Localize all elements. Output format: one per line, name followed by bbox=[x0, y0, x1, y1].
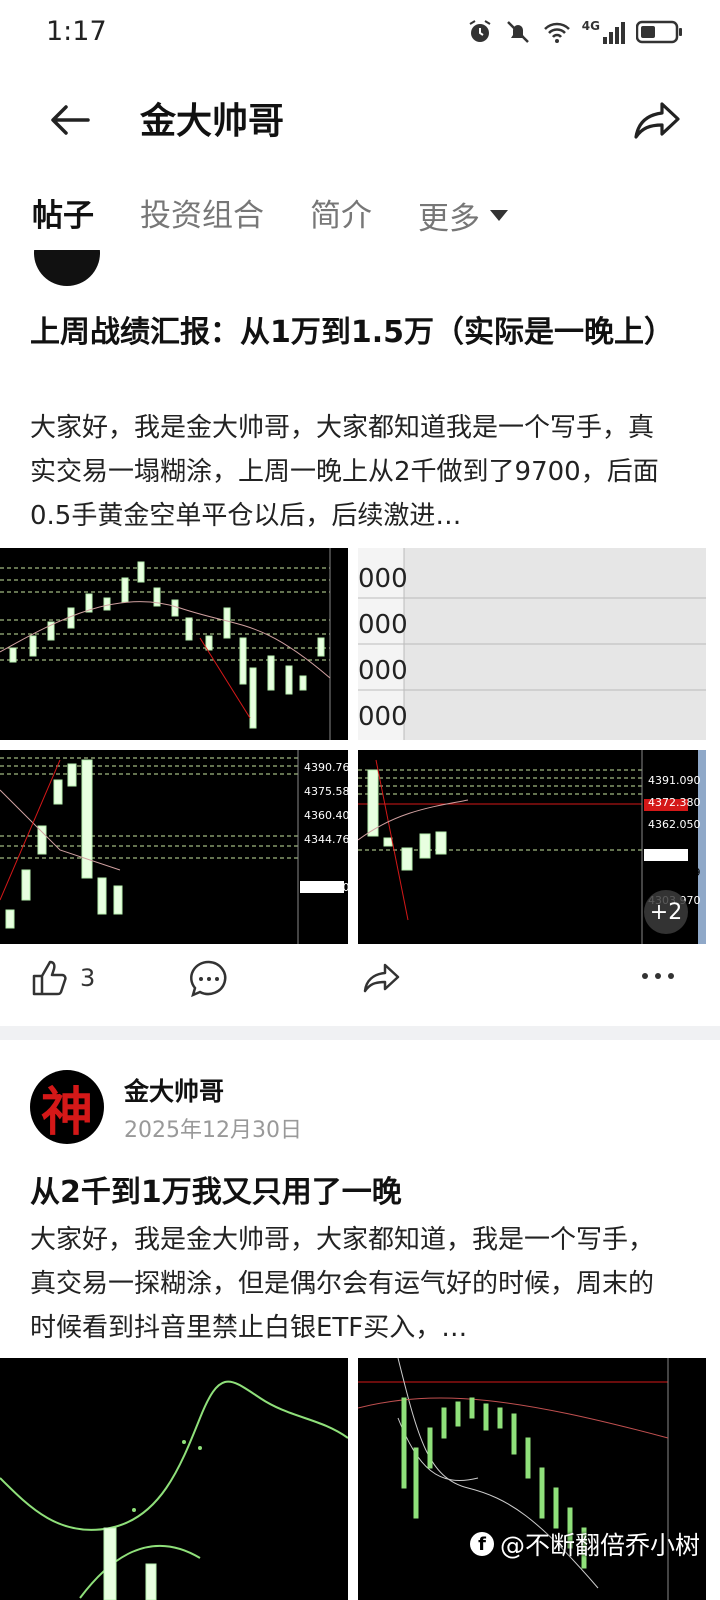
app-header: 金大帅哥 bbox=[0, 64, 720, 174]
chart-image-4[interactable] bbox=[0, 1358, 348, 1600]
price-tick: 4331.839 bbox=[304, 857, 348, 870]
share-icon[interactable] bbox=[632, 94, 684, 146]
signal-icon bbox=[603, 22, 625, 44]
back-arrow-icon[interactable] bbox=[44, 94, 96, 146]
tab-intro[interactable]: 简介 bbox=[310, 190, 372, 240]
battery-icon bbox=[636, 20, 682, 44]
page-title: 金大帅哥 bbox=[140, 101, 285, 142]
thumbs-up-icon bbox=[32, 960, 67, 996]
post-author[interactable]: 神 金大帅哥 2025年12月30日 bbox=[30, 1070, 690, 1150]
ellipsis-icon bbox=[642, 973, 674, 979]
status-time: 1:17 bbox=[46, 16, 107, 47]
avatar[interactable]: 神 bbox=[30, 1070, 104, 1144]
post-body[interactable]: 大家好，我是金大帅哥，大家都知道，我是一个写手，真交易一探糊涂，但是偶尔会有运气… bbox=[30, 1218, 670, 1350]
status-bar: 1:17 4G bbox=[0, 0, 720, 64]
dropdown-triangle-icon bbox=[490, 210, 508, 221]
price-tick: 4360.400 bbox=[304, 809, 348, 822]
post-title[interactable]: 上周战绩汇报：从1万到1.5万（实际是一晚上） bbox=[30, 310, 680, 356]
more-options-button[interactable] bbox=[640, 966, 676, 986]
comment-button[interactable] bbox=[188, 958, 230, 1000]
tab-more[interactable]: 更多 bbox=[418, 190, 510, 240]
profile-tabs: 帖子 投资组合 简介 更多 bbox=[32, 190, 556, 240]
watermark: f @不断翻倍乔小树 bbox=[469, 1526, 700, 1562]
wifi-icon bbox=[543, 22, 570, 43]
share-button[interactable] bbox=[362, 958, 402, 998]
price-tick: 4362.050 bbox=[648, 818, 701, 831]
chart-image-2[interactable]: 4390.760 4375.580 4360.400 4344.760 4331… bbox=[0, 750, 348, 944]
price-tick: 4372.380 bbox=[648, 796, 701, 809]
post-date: 2025年12月30日 bbox=[124, 1118, 302, 1143]
tab-portfolio[interactable]: 投资组合 bbox=[140, 190, 264, 240]
alarm-icon bbox=[469, 20, 491, 42]
facebook-icon: f bbox=[469, 1532, 494, 1556]
author-name[interactable]: 金大帅哥 bbox=[124, 1072, 224, 1108]
share-icon bbox=[363, 963, 400, 993]
tab-posts[interactable]: 帖子 bbox=[32, 190, 94, 240]
table-cell: 000 bbox=[358, 564, 408, 594]
chart-image-5[interactable] bbox=[358, 1358, 706, 1600]
price-tick: 4344.760 bbox=[304, 833, 348, 846]
price-tick: 4331.839 bbox=[648, 866, 701, 879]
like-button[interactable]: 3 bbox=[30, 958, 95, 998]
like-count: 3 bbox=[80, 964, 96, 992]
chart-image-1[interactable] bbox=[0, 548, 348, 740]
price-tick: 4314.400 bbox=[304, 881, 348, 894]
post-title[interactable]: 从2千到1万我又只用了一晚 bbox=[30, 1170, 680, 1216]
avatar-partial bbox=[34, 250, 102, 288]
table-cell: 000 bbox=[358, 656, 408, 686]
network-label: 4G bbox=[581, 19, 600, 33]
table-cell: 000 bbox=[358, 610, 408, 640]
tab-more-label: 更多 bbox=[418, 200, 480, 237]
post-actions: 3 bbox=[0, 958, 720, 1018]
mute-bell-icon bbox=[506, 21, 529, 43]
watermark-text: @不断翻倍乔小树 bbox=[499, 1531, 700, 1560]
price-tick: 4391.090 bbox=[648, 774, 701, 787]
table-image[interactable]: 000 000 000 000 bbox=[358, 548, 706, 740]
price-tick: 4390.760 bbox=[304, 761, 348, 774]
price-tick: 4375.580 bbox=[304, 785, 348, 798]
post-body[interactable]: 大家好，我是金大帅哥，大家都知道我是一个写手，真实交易一塌糊涂，上周一晚上从2千… bbox=[30, 406, 670, 538]
table-cell: 000 bbox=[358, 702, 408, 732]
post-divider bbox=[0, 1026, 720, 1040]
more-images-badge[interactable]: +2 bbox=[644, 890, 688, 934]
comment-icon bbox=[190, 960, 227, 998]
status-icons: 4G bbox=[466, 18, 684, 46]
